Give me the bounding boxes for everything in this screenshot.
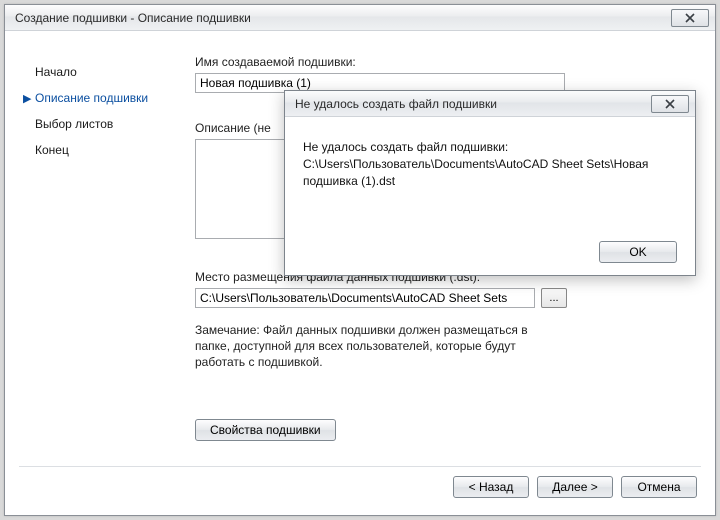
props-row: Свойства подшивки xyxy=(195,419,687,441)
button-label: Далее > xyxy=(552,480,598,494)
arrow-icon: ▶ xyxy=(23,118,33,131)
close-button[interactable] xyxy=(671,9,709,27)
path-row: ... xyxy=(195,288,687,308)
error-titlebar: Не удалось создать файл подшивки xyxy=(285,91,695,117)
error-line: Не удалось создать файл подшивки: xyxy=(303,139,677,156)
button-label: < Назад xyxy=(469,480,514,494)
separator xyxy=(19,466,701,467)
step-begin[interactable]: ▶ Начало xyxy=(23,59,195,85)
button-label: OK xyxy=(629,245,646,259)
arrow-icon: ▶ xyxy=(23,92,33,105)
error-title: Не удалось создать файл подшивки xyxy=(295,97,649,111)
step-label: Описание подшивки xyxy=(35,91,148,105)
close-icon xyxy=(684,13,696,23)
cancel-button[interactable]: Отмена xyxy=(621,476,697,498)
arrow-icon: ▶ xyxy=(23,144,33,157)
path-input[interactable] xyxy=(195,288,535,308)
step-label: Конец xyxy=(35,143,69,157)
error-path: C:\Users\Пользователь\Documents\AutoCAD … xyxy=(303,156,677,190)
wizard-titlebar: Создание подшивки - Описание подшивки xyxy=(5,5,715,31)
button-label: Отмена xyxy=(637,480,680,494)
button-label: Свойства подшивки xyxy=(210,423,321,437)
error-body: Не удалось создать файл подшивки: C:\Use… xyxy=(285,117,695,275)
step-describe[interactable]: ▶ Описание подшивки xyxy=(23,85,195,111)
step-sidebar: ▶ Начало ▶ Описание подшивки ▶ Выбор лис… xyxy=(5,31,195,467)
note-text: Замечание: Файл данных подшивки должен р… xyxy=(195,322,565,371)
ellipsis-icon: ... xyxy=(549,292,558,304)
browse-button[interactable]: ... xyxy=(541,288,567,308)
name-label: Имя создаваемой подшивки: xyxy=(195,55,687,69)
error-close-button[interactable] xyxy=(651,95,689,113)
wizard-footer: < Назад Далее > Отмена xyxy=(5,467,715,515)
error-dialog: Не удалось создать файл подшивки Не удал… xyxy=(284,90,696,276)
step-label: Выбор листов xyxy=(35,117,113,131)
ok-button[interactable]: OK xyxy=(599,241,677,263)
arrow-icon: ▶ xyxy=(23,66,33,79)
close-icon xyxy=(664,99,676,109)
step-label: Начало xyxy=(35,65,77,79)
wizard-title: Создание подшивки - Описание подшивки xyxy=(15,11,669,25)
sheet-properties-button[interactable]: Свойства подшивки xyxy=(195,419,336,441)
back-button[interactable]: < Назад xyxy=(453,476,529,498)
error-footer: OK xyxy=(303,233,677,263)
step-end[interactable]: ▶ Конец xyxy=(23,137,195,163)
next-button[interactable]: Далее > xyxy=(537,476,613,498)
error-message: Не удалось создать файл подшивки: C:\Use… xyxy=(303,139,677,233)
step-sheets[interactable]: ▶ Выбор листов xyxy=(23,111,195,137)
